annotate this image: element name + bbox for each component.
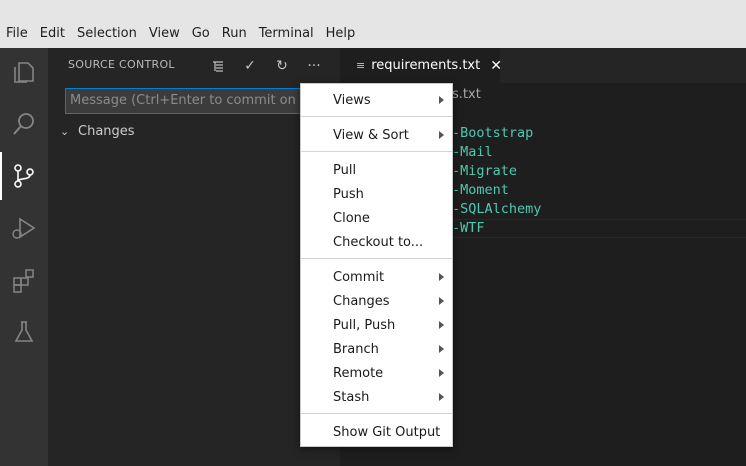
code-line: -Migrate xyxy=(452,163,518,179)
view-as-tree-button[interactable] xyxy=(208,56,228,76)
menu-item-label: Branch xyxy=(333,341,379,357)
refresh-icon: ↻ xyxy=(276,58,288,74)
menu-edit[interactable]: Edit xyxy=(40,25,65,43)
menu-item-clone[interactable]: Clone xyxy=(301,206,452,230)
tab-requirements[interactable]: ≡ requirements.txt ✕ xyxy=(340,48,502,83)
menu-item-checkout[interactable]: Checkout to... xyxy=(301,230,452,254)
code-line: -Moment xyxy=(452,182,509,198)
activity-search[interactable] xyxy=(0,100,48,148)
panel-title: SOURCE CONTROL xyxy=(68,58,175,71)
more-actions-button[interactable]: ··· xyxy=(304,56,324,76)
refresh-button[interactable]: ↻ xyxy=(272,56,292,76)
more-actions-icon: ··· xyxy=(307,58,321,74)
menu-item-label: Show Git Output xyxy=(333,424,441,440)
submenu-arrow-icon xyxy=(439,273,444,281)
view-as-tree-icon xyxy=(213,61,223,72)
changes-section-header[interactable]: ⌄ Changes xyxy=(60,122,135,140)
testing-icon xyxy=(14,321,34,342)
changes-label: Changes xyxy=(78,123,135,139)
context-menu: Views View & Sort Pull Push Clone Checko… xyxy=(300,83,453,447)
menu-file[interactable]: File xyxy=(6,25,28,43)
code-line: -Bootstrap xyxy=(452,125,534,141)
commit-check-icon: ✓ xyxy=(244,58,256,74)
menu-item-label: Views xyxy=(333,92,371,108)
activity-source-control[interactable] xyxy=(0,152,48,200)
submenu-arrow-icon xyxy=(439,297,444,305)
menu-item-remote[interactable]: Remote xyxy=(301,361,452,385)
menu-help[interactable]: Help xyxy=(326,25,356,43)
activity-extensions[interactable] xyxy=(0,256,48,304)
menu-go[interactable]: Go xyxy=(192,25,210,43)
current-line-highlight xyxy=(452,219,746,238)
submenu-arrow-icon xyxy=(439,321,444,329)
code-line: -SQLAlchemy xyxy=(452,201,542,217)
tab-label: requirements.txt xyxy=(371,58,481,73)
tab-bar: ≡ requirements.txt ✕ xyxy=(340,48,746,83)
menu-item-pull[interactable]: Pull xyxy=(301,158,452,182)
menu-separator xyxy=(301,116,452,117)
explorer-icon xyxy=(14,62,34,83)
commit-button[interactable]: ✓ xyxy=(240,56,260,76)
menu-terminal[interactable]: Terminal xyxy=(259,25,314,43)
menu-item-label: Pull, Push xyxy=(333,317,396,333)
code-line: -Mail xyxy=(452,144,493,160)
source-control-icon xyxy=(14,164,34,188)
submenu-arrow-icon xyxy=(439,345,444,353)
menu-bar: File Edit Selection View Go Run Terminal… xyxy=(0,0,746,48)
submenu-arrow-icon xyxy=(439,393,444,401)
menu-separator xyxy=(301,258,452,259)
menu-item-stash[interactable]: Stash xyxy=(301,385,452,409)
menu-item-label: Stash xyxy=(333,389,370,405)
menu-separator xyxy=(301,151,452,152)
submenu-arrow-icon xyxy=(439,369,444,377)
menu-item-branch[interactable]: Branch xyxy=(301,337,452,361)
menu-item-label: Checkout to... xyxy=(333,234,424,250)
menu-item-label: Push xyxy=(333,186,364,202)
menu-item-label: Remote xyxy=(333,365,384,381)
menu-view[interactable]: View xyxy=(149,25,180,43)
submenu-arrow-icon xyxy=(439,131,444,139)
search-icon xyxy=(13,113,34,135)
menu-item-push[interactable]: Push xyxy=(301,182,452,206)
menu-item-label: Clone xyxy=(333,210,370,226)
chevron-down-icon: ⌄ xyxy=(60,124,70,138)
close-icon[interactable]: ✕ xyxy=(490,58,502,74)
text-file-icon: ≡ xyxy=(356,59,366,72)
menu-item-label: Changes xyxy=(333,293,390,309)
source-control-panel: SOURCE CONTROL ✓ ↻ ··· Message (Ctrl+Ent… xyxy=(48,48,340,466)
menu-item-label: View & Sort xyxy=(333,127,409,143)
menu-selection[interactable]: Selection xyxy=(77,25,137,43)
menu-item-views[interactable]: Views xyxy=(301,88,452,112)
menu-item-commit[interactable]: Commit xyxy=(301,265,452,289)
activity-testing[interactable] xyxy=(0,308,48,356)
menu-item-view-sort[interactable]: View & Sort xyxy=(301,123,452,147)
menu-item-label: Commit xyxy=(333,269,385,285)
submenu-arrow-icon xyxy=(439,96,444,104)
breadcrumb[interactable]: s.txt xyxy=(452,87,481,102)
menu-separator xyxy=(301,413,452,414)
menu-run[interactable]: Run xyxy=(222,25,247,43)
menu-item-label: Pull xyxy=(333,162,357,178)
code-line: -WTF xyxy=(452,220,485,236)
activity-run-debug[interactable] xyxy=(0,204,48,252)
menu-item-pull-push[interactable]: Pull, Push xyxy=(301,313,452,337)
commit-message-input[interactable]: Message (Ctrl+Enter to commit on '7a-m xyxy=(65,88,335,114)
menu-item-show-git-output[interactable]: Show Git Output xyxy=(301,420,452,444)
activity-explorer[interactable] xyxy=(0,48,48,96)
menu-item-changes[interactable]: Changes xyxy=(301,289,452,313)
extensions-icon xyxy=(13,269,34,293)
activity-bar xyxy=(0,48,48,466)
run-debug-icon xyxy=(12,217,36,239)
